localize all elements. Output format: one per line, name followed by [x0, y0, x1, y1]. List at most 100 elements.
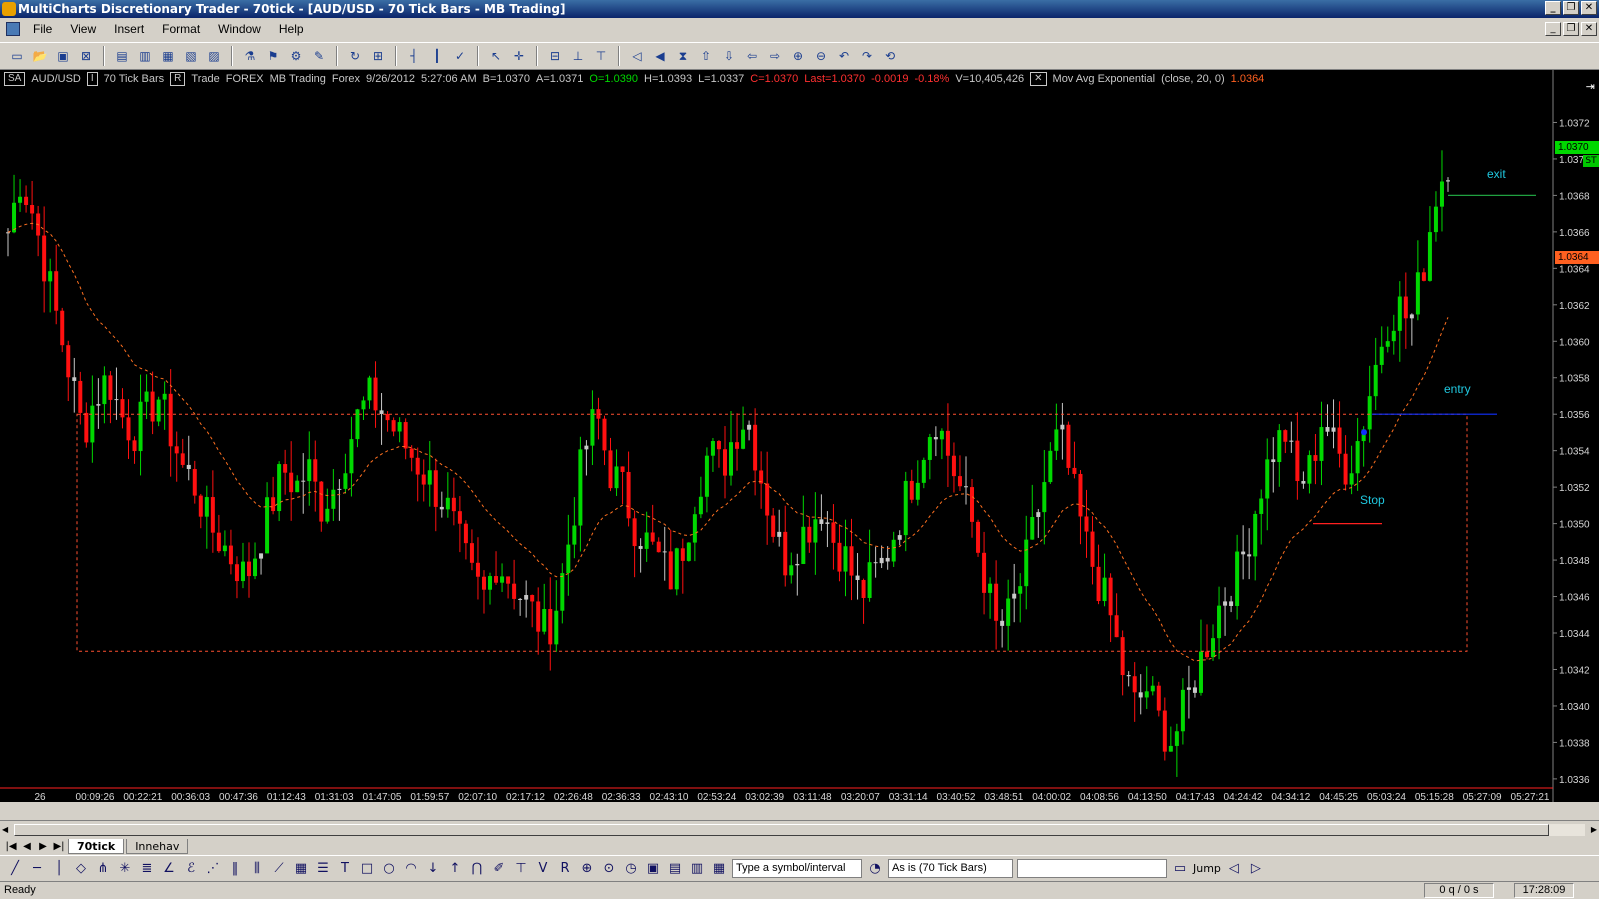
jump-button[interactable]: Jump — [1193, 862, 1221, 875]
scroll-right-arrow[interactable]: ▶ — [1591, 825, 1597, 834]
insert-study-icon[interactable]: ⚗ — [241, 47, 259, 65]
settings-combo[interactable] — [1017, 859, 1167, 878]
mdi-restore-button[interactable]: ❐ — [1563, 22, 1579, 36]
price-chart[interactable]: 1.0372 1.0370 1.0368 1.0366 1.0364 1.0362 1.03… — [0, 70, 1599, 802]
drawing-mode-icon[interactable]: ✐ — [490, 860, 508, 878]
kagi-icon[interactable]: ⊙ — [600, 860, 618, 878]
tab-70tick[interactable]: 70tick — [68, 839, 125, 854]
range-chart-icon[interactable]: R — [556, 860, 574, 878]
candle-style-icon[interactable]: ┃ — [428, 47, 446, 65]
fib-icon[interactable]: ≣ — [138, 860, 156, 878]
menu-window[interactable]: Window — [209, 22, 270, 36]
menu-insert[interactable]: Insert — [105, 22, 153, 36]
close-doc-icon[interactable]: ⊠ — [77, 47, 95, 65]
menu-file[interactable]: File — [24, 22, 61, 36]
grid-icon[interactable]: ▦ — [292, 860, 310, 878]
format-study-icon[interactable]: ⚙ — [287, 47, 305, 65]
regression-icon[interactable]: ⟋ — [270, 860, 288, 878]
menu-help[interactable]: Help — [270, 22, 313, 36]
reset-icon[interactable]: ⟲ — [881, 47, 899, 65]
account-icon[interactable]: ▦ — [710, 860, 728, 878]
scroll-right-icon[interactable]: ⇨ — [766, 47, 784, 65]
insert-signal-icon[interactable]: ⚑ — [264, 47, 282, 65]
pitchfork-icon[interactable]: ⋔ — [94, 860, 112, 878]
tick-chart-icon[interactable]: ⊤ — [512, 860, 530, 878]
arrow-up-icon[interactable]: ↑ — [446, 860, 464, 878]
save-icon[interactable]: ▣ — [54, 47, 72, 65]
arc-icon[interactable]: ◠ — [402, 860, 420, 878]
chart-area[interactable]: 1.0372 1.0370 1.0368 1.0366 1.0364 1.0362 1.03… — [0, 70, 1599, 802]
sync-icon[interactable]: ◔ — [866, 860, 884, 878]
zoom-in-icon[interactable]: ⊕ — [789, 47, 807, 65]
mode-badge[interactable]: SA — [4, 72, 26, 86]
resolution-icon[interactable]: R — [170, 72, 186, 86]
orders-icon[interactable]: ▤ — [666, 860, 684, 878]
arrow-down-icon[interactable]: ↓ — [424, 860, 442, 878]
channel-icon[interactable]: ◇ — [72, 860, 90, 878]
prev-page-icon[interactable]: ◁ — [1225, 860, 1243, 878]
notes-icon[interactable]: ☰ — [314, 860, 332, 878]
position-icon[interactable]: ⊤ — [592, 47, 610, 65]
mdi-close-button[interactable]: ✕ — [1581, 22, 1597, 36]
chart-scrollbar[interactable]: ◀ ▶ — [0, 820, 1599, 838]
refresh-icon[interactable]: ↻ — [346, 47, 364, 65]
tab-last-icon[interactable]: ▶| — [52, 841, 66, 852]
new-report-icon[interactable]: ▨ — [205, 47, 223, 65]
clock-icon[interactable]: ◷ — [622, 860, 640, 878]
mdi-minimize-button[interactable]: _ — [1545, 22, 1561, 36]
tab-innehav[interactable]: Innehav — [126, 839, 189, 854]
maximize-button[interactable]: ❐ — [1563, 1, 1579, 15]
undo-icon[interactable]: ↶ — [835, 47, 853, 65]
scroll-thumb[interactable] — [14, 824, 1549, 836]
magnet-icon[interactable]: ⋂ — [468, 860, 486, 878]
exit-annotation[interactable]: exit — [1487, 167, 1506, 181]
rectangle-icon[interactable]: □ — [358, 860, 376, 878]
stop-annotation[interactable]: Stop — [1360, 493, 1385, 507]
trade-icon[interactable]: ⊥ — [569, 47, 587, 65]
document-icon[interactable] — [6, 22, 20, 36]
zoom-out-icon[interactable]: ⊖ — [812, 47, 830, 65]
axis-collapse-icon[interactable]: ⇥ — [1586, 80, 1595, 93]
scroll-start-icon[interactable]: ◁ — [628, 47, 646, 65]
gann-icon[interactable]: ✳ — [116, 860, 134, 878]
tab-next-icon[interactable]: ▶ — [36, 841, 50, 852]
new-scanner-icon[interactable]: ▥ — [136, 47, 154, 65]
entry-annotation[interactable]: entry — [1444, 382, 1471, 396]
vline-icon[interactable]: │ — [50, 860, 68, 878]
symbol-input[interactable]: Type a symbol/interval — [732, 859, 862, 878]
zoom-icon[interactable]: ⧗ — [674, 47, 692, 65]
menu-format[interactable]: Format — [153, 22, 209, 36]
time-zones-icon[interactable]: ⫼ — [248, 860, 266, 878]
zoom-down-icon[interactable]: ⇩ — [720, 47, 738, 65]
tab-prev-icon[interactable]: ◀ — [20, 841, 34, 852]
text-icon[interactable]: T — [336, 860, 354, 878]
menu-view[interactable]: View — [61, 22, 105, 36]
data-window-icon[interactable]: ⊞ — [369, 47, 387, 65]
crosshair-icon[interactable]: ✛ — [510, 47, 528, 65]
new-dom-icon[interactable]: ▦ — [159, 47, 177, 65]
andrews-icon[interactable]: ℰ — [182, 860, 200, 878]
new-portfolio-icon[interactable]: ▧ — [182, 47, 200, 65]
scroll-left-arrow[interactable]: ◀ — [2, 825, 8, 834]
minimize-button[interactable]: _ — [1545, 1, 1561, 15]
pointer-icon[interactable]: ↖ — [487, 47, 505, 65]
line-style-icon[interactable]: ✓ — [451, 47, 469, 65]
vol-chart-icon[interactable]: V — [534, 860, 552, 878]
open-folder-icon[interactable]: 📂 — [31, 47, 49, 65]
renko-icon[interactable]: ⊕ — [578, 860, 596, 878]
trendline-icon[interactable]: ╱ — [6, 860, 24, 878]
alerts-icon[interactable]: ▣ — [644, 860, 662, 878]
settings-button-icon[interactable]: ▭ — [1171, 860, 1189, 878]
cycle-icon[interactable]: ‖ — [226, 860, 244, 878]
hline-icon[interactable]: ─ — [28, 860, 46, 878]
speed-icon[interactable]: ⋰ — [204, 860, 222, 878]
interval-combo[interactable]: As is (70 Tick Bars) — [888, 859, 1013, 878]
scroll-left-icon[interactable]: ⇦ — [743, 47, 761, 65]
symbol-menu-icon[interactable]: I — [86, 72, 98, 86]
next-page-icon[interactable]: ▷ — [1247, 860, 1265, 878]
format-signal-icon[interactable]: ✎ — [310, 47, 328, 65]
ellipse-icon[interactable]: ○ — [380, 860, 398, 878]
study-close-icon[interactable]: ✕ — [1030, 72, 1047, 86]
positions-icon[interactable]: ▥ — [688, 860, 706, 878]
close-button[interactable]: ✕ — [1581, 1, 1597, 15]
